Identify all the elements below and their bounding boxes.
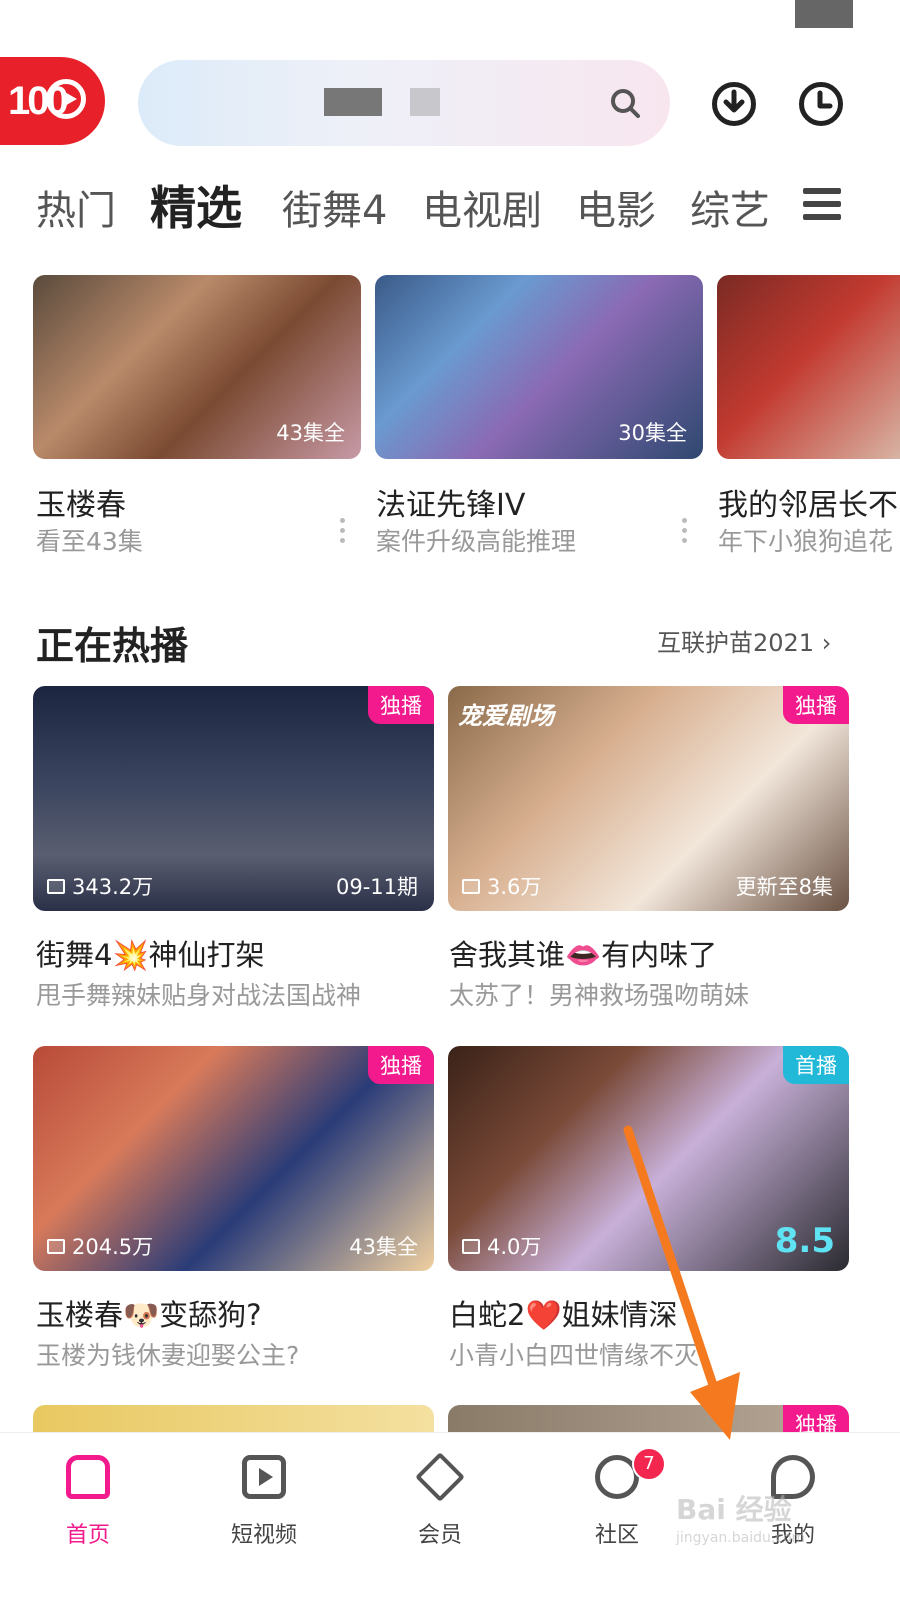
status-bar-block bbox=[795, 0, 853, 28]
search-placeholder-block bbox=[324, 88, 382, 116]
nav-label: 首页 bbox=[65, 1523, 110, 1548]
watermark-url: jingyan.baidu.com bbox=[676, 1530, 806, 1546]
nav-short-video[interactable]: 短视频 bbox=[209, 1455, 319, 1549]
section-title: 正在热播 bbox=[36, 624, 189, 668]
tab-featured[interactable]: 精选 bbox=[150, 172, 242, 238]
episode-count: 43集全 bbox=[276, 421, 345, 445]
tv-icon bbox=[462, 1238, 480, 1254]
home-icon bbox=[66, 1455, 110, 1499]
card-subtitle: 看至43集 bbox=[36, 527, 143, 556]
notification-badge: 7 bbox=[632, 1447, 666, 1481]
video-thumbnail[interactable]: 首播 4.0万 8.5 bbox=[448, 1046, 849, 1271]
video-thumbnail[interactable]: 30集全 bbox=[375, 275, 703, 459]
card-subtitle: 甩手舞辣妹贴身对战法国战神 bbox=[36, 981, 362, 1010]
exclusive-badge: 独播 bbox=[368, 686, 434, 724]
card-title[interactable]: 玉楼春🐶变舔狗? bbox=[36, 1292, 262, 1334]
rating-score: 8.5 bbox=[774, 1221, 835, 1261]
view-count-value: 3.6万 bbox=[487, 875, 542, 899]
video-thumbnail[interactable] bbox=[717, 275, 900, 459]
logo-play-icon bbox=[46, 79, 86, 119]
video-thumbnail[interactable]: 43集全 bbox=[33, 275, 361, 459]
clock-icon[interactable] bbox=[799, 82, 843, 126]
card-title[interactable]: 白蛇2❤️姐妹情深 bbox=[449, 1292, 849, 1334]
nav-label: 社区 bbox=[594, 1523, 639, 1548]
diamond-icon bbox=[415, 1452, 465, 1502]
tv-icon bbox=[47, 878, 65, 894]
video-thumbnail[interactable]: 独播 204.5万 43集全 bbox=[33, 1046, 434, 1271]
view-count-value: 204.5万 bbox=[72, 1235, 154, 1259]
channel-overlay: 宠爱剧场 bbox=[458, 702, 554, 730]
exclusive-badge: 独播 bbox=[783, 686, 849, 724]
view-count: 4.0万 bbox=[462, 1231, 541, 1261]
more-options-icon[interactable] bbox=[340, 518, 348, 548]
section-link-label: 互联护苗2021 bbox=[657, 629, 815, 657]
video-thumbnail[interactable]: 独播 343.2万 09-11期 bbox=[33, 686, 434, 911]
search-placeholder-block bbox=[410, 88, 440, 116]
nav-community[interactable]: 7 社区 bbox=[562, 1447, 672, 1549]
card-subtitle: 案件升级高能推理 bbox=[376, 527, 577, 556]
more-options-icon[interactable] bbox=[682, 518, 690, 548]
nav-label: 会员 bbox=[417, 1523, 462, 1548]
download-icon[interactable] bbox=[712, 82, 756, 126]
episode-info: 更新至8集 bbox=[735, 875, 833, 899]
episode-count: 30集全 bbox=[618, 421, 687, 445]
view-count: 343.2万 bbox=[47, 871, 153, 901]
tab-variety[interactable]: 综艺 bbox=[690, 178, 770, 236]
card-subtitle: 小青小白四世情缘不灭 bbox=[449, 1341, 700, 1370]
view-count-value: 343.2万 bbox=[72, 875, 154, 899]
watermark: Bai 经验 bbox=[676, 1493, 792, 1526]
chevron-right-icon: › bbox=[821, 629, 832, 657]
tab-street-dance[interactable]: 街舞4 bbox=[282, 178, 387, 236]
card-title[interactable]: 玉楼春 bbox=[36, 480, 126, 524]
view-count-value: 4.0万 bbox=[487, 1235, 542, 1259]
tab-tv-series[interactable]: 电视剧 bbox=[422, 178, 542, 236]
view-count: 3.6万 bbox=[462, 871, 541, 901]
app-logo[interactable]: 100 bbox=[0, 57, 105, 145]
nav-home[interactable]: 首页 bbox=[33, 1455, 143, 1549]
episode-info: 09-11期 bbox=[335, 875, 418, 899]
tab-hot[interactable]: 热门 bbox=[36, 178, 116, 236]
section-link[interactable]: 互联护苗2021 › bbox=[657, 623, 831, 658]
video-thumbnail[interactable]: 宠爱剧场 独播 3.6万 更新至8集 bbox=[448, 686, 849, 911]
search-icon[interactable] bbox=[610, 88, 640, 118]
nav-label: 短视频 bbox=[230, 1523, 297, 1548]
premiere-badge: 首播 bbox=[783, 1046, 849, 1084]
exclusive-badge: 独播 bbox=[368, 1046, 434, 1084]
card-subtitle: 太苏了！男神救场强吻萌妹 bbox=[449, 981, 750, 1010]
card-title[interactable]: 舍我其谁👄有内味了 bbox=[449, 932, 717, 974]
card-title[interactable]: 法证先锋IV bbox=[376, 480, 525, 524]
tab-movies[interactable]: 电影 bbox=[576, 178, 656, 236]
card-title[interactable]: 我的邻居长不 bbox=[718, 480, 900, 524]
play-square-icon bbox=[242, 1455, 286, 1499]
menu-icon[interactable] bbox=[803, 188, 841, 224]
card-subtitle: 玉楼为钱休妻迎娶公主? bbox=[36, 1341, 300, 1370]
tv-icon bbox=[462, 878, 480, 894]
episode-info: 43集全 bbox=[349, 1235, 418, 1259]
nav-vip[interactable]: 会员 bbox=[385, 1452, 495, 1549]
card-title[interactable]: 街舞4💥神仙打架 bbox=[36, 932, 265, 974]
card-subtitle: 年下小狼狗追花 bbox=[718, 527, 894, 556]
search-bar[interactable] bbox=[138, 60, 670, 146]
view-count: 204.5万 bbox=[47, 1231, 153, 1261]
tv-icon bbox=[47, 1238, 65, 1254]
